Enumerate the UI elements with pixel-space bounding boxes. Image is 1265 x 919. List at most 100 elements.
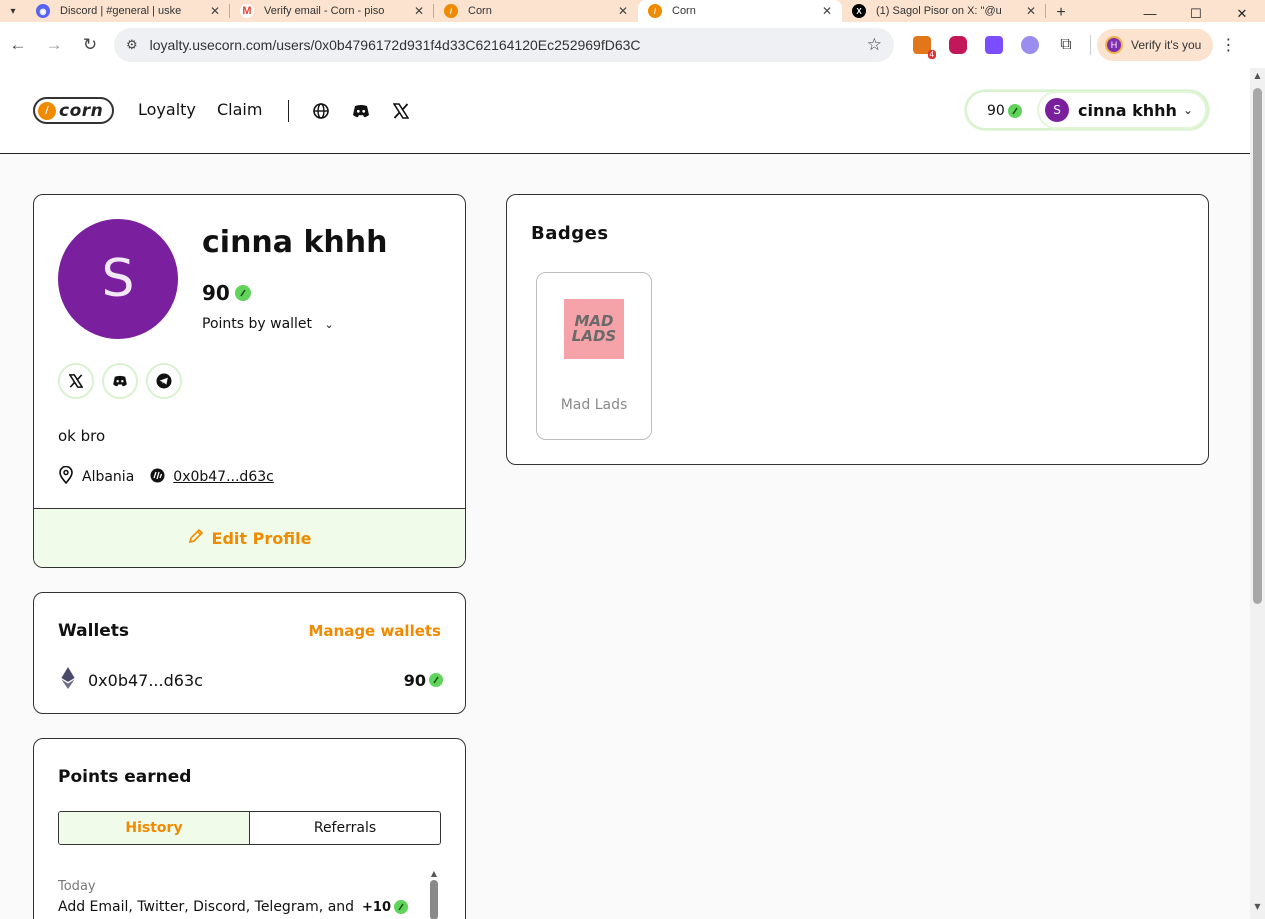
scroll-up-icon[interactable]: ▲ — [1250, 68, 1265, 84]
history-entry: Add Email, Twitter, Discord, Telegram, a… — [58, 899, 408, 915]
new-tab-button[interactable]: + — [1046, 4, 1076, 22]
shield-extension-icon[interactable] — [940, 27, 976, 63]
close-tab-icon[interactable]: ✕ — [1026, 4, 1036, 18]
gmail-favicon-icon: M — [240, 4, 254, 18]
maximize-icon[interactable]: ☐ — [1173, 6, 1219, 22]
extension-badge: 4 — [927, 50, 936, 59]
scroll-down-icon[interactable]: ▼ — [1250, 899, 1265, 915]
wallet-address-icon — [150, 468, 165, 487]
discord-icon[interactable] — [351, 101, 371, 121]
profile-avatar: S — [58, 219, 178, 339]
ethereum-icon — [58, 667, 78, 693]
points-leaf-icon — [1007, 104, 1022, 118]
profile-bio: ok bro — [58, 427, 106, 445]
close-tab-icon[interactable]: ✕ — [210, 4, 220, 18]
corn-logo[interactable]: / corn — [33, 97, 114, 124]
mad-lads-logo: MAD LADS — [564, 299, 624, 359]
metamask-extension-icon[interactable]: 4 — [904, 27, 940, 63]
globe-icon[interactable] — [311, 101, 331, 121]
browser-tab-x[interactable]: X (1) Sagol Pisor on X: "@u ✕ — [842, 0, 1046, 22]
site-settings-icon[interactable]: ⚙ — [126, 37, 138, 53]
points-earned-title: Points earned — [58, 767, 192, 787]
badges-title: Badges — [531, 223, 609, 244]
address-bar[interactable]: ⚙ loyalty.usecorn.com/users/0x0b4796172d… — [114, 28, 894, 62]
badge-item[interactable]: MAD LADS Mad Lads — [536, 272, 652, 440]
reload-icon[interactable]: ↻ — [72, 35, 108, 55]
puzzle-extensions-icon[interactable]: ⧉ — [1048, 27, 1084, 63]
forward-arrow-icon[interactable]: → — [36, 35, 72, 55]
user-menu-pill[interactable]: 90 S cinna khhh ⌄ — [965, 90, 1209, 130]
history-entry-text: Add Email, Twitter, Discord, Telegram, a… — [58, 899, 355, 915]
close-tab-icon[interactable]: ✕ — [414, 4, 424, 18]
profile-name: cinna khhh — [202, 225, 388, 260]
browser-tab-discord[interactable]: ◉ Discord | #general | uske ✕ — [26, 0, 230, 22]
profile-meta: Albania 0x0b47...d63c — [58, 465, 274, 488]
url-text[interactable]: loyalty.usecorn.com/users/0x0b4796172d93… — [150, 37, 867, 53]
verify-profile-button[interactable]: H Verify it's you — [1097, 29, 1214, 61]
close-window-icon[interactable]: ✕ — [1219, 6, 1265, 22]
user-dropdown-trigger[interactable]: S cinna khhh ⌄ — [1039, 93, 1205, 127]
scroll-up-icon[interactable]: ▲ — [429, 869, 439, 878]
page-scrollbar[interactable]: ▲ ▼ — [1250, 68, 1265, 919]
history-entry-delta: +10 — [362, 900, 408, 915]
close-tab-icon[interactable]: ✕ — [618, 4, 628, 18]
x-twitter-social-icon[interactable] — [58, 363, 94, 399]
pencil-icon — [188, 528, 204, 548]
edit-profile-label: Edit Profile — [211, 528, 312, 548]
corn-kernel-icon: / — [38, 101, 56, 120]
close-tab-icon[interactable]: ✕ — [822, 4, 832, 18]
browser-tab-strip: ▾ ◉ Discord | #general | uske ✕ M Verify… — [0, 0, 1265, 22]
profile-points: 90 — [202, 281, 251, 305]
phantom-extension-icon[interactable] — [1012, 27, 1048, 63]
corn-favicon-icon: / — [444, 4, 458, 18]
profile-address-link[interactable]: 0x0b47...d63c — [173, 469, 274, 485]
nav-claim[interactable]: Claim — [217, 100, 262, 119]
x-favicon-icon: X — [852, 4, 866, 18]
points-by-wallet-dropdown[interactable]: Points by wallet ⌄ — [202, 316, 334, 332]
telegram-social-icon[interactable] — [146, 363, 182, 399]
window-controls: — ☐ ✕ — [1127, 6, 1265, 22]
points-leaf-icon — [394, 900, 408, 914]
tab-history[interactable]: History — [59, 812, 250, 844]
badges-card: Badges MAD LADS Mad Lads — [506, 194, 1209, 465]
header-username: cinna khhh — [1078, 100, 1177, 120]
browser-menu-icon[interactable]: ⋮ — [1213, 35, 1243, 55]
bookmark-star-icon[interactable]: ☆ — [867, 35, 882, 55]
tab-title: Corn — [468, 5, 492, 17]
verify-label: Verify it's you — [1131, 38, 1202, 52]
back-arrow-icon[interactable]: ← — [0, 35, 36, 55]
social-links — [58, 363, 190, 399]
browser-tab-corn-active[interactable]: / Corn ✕ — [638, 0, 842, 22]
scrollbar-thumb[interactable] — [1253, 88, 1262, 604]
points-tabs: History Referrals — [58, 811, 441, 845]
discord-social-icon[interactable] — [102, 363, 138, 399]
nav-loyalty[interactable]: Loyalty — [138, 100, 196, 119]
browser-tab-gmail[interactable]: M Verify email - Corn - piso ✕ — [230, 0, 434, 22]
wallet-address: 0x0b47...d63c — [88, 670, 203, 690]
wallets-title: Wallets — [58, 621, 130, 641]
tab-title: Discord | #general | uske — [60, 5, 182, 17]
header-points: 90 — [987, 103, 1022, 119]
location-pin-icon — [58, 465, 74, 488]
points-earned-card: Points earned History Referrals Today Ad… — [33, 738, 466, 919]
tab-referrals[interactable]: Referrals — [250, 812, 440, 844]
profile-location: Albania — [82, 469, 135, 485]
corn-wordmark: corn — [59, 100, 104, 121]
manage-wallets-link[interactable]: Manage wallets — [308, 622, 441, 640]
minimize-icon[interactable]: — — [1127, 6, 1173, 22]
profile-card: S cinna khhh 90 Points by wallet ⌄ ok br… — [33, 194, 466, 568]
page-content: / corn Loyalty Claim 90 S cinna khhh ⌄ S… — [0, 68, 1250, 919]
tab-title: Verify email - Corn - piso — [264, 5, 385, 17]
badge-name: Mad Lads — [560, 397, 628, 413]
wallet-row: 0x0b47...d63c 90 — [58, 667, 443, 693]
wallet-points: 90 — [404, 671, 443, 690]
chevron-down-icon: ⌄ — [324, 318, 334, 331]
purple-extension-icon[interactable] — [976, 27, 1012, 63]
tab-search-chevron-icon[interactable]: ▾ — [0, 0, 26, 22]
history-scrollbar[interactable]: ▲ — [429, 869, 439, 919]
x-twitter-icon[interactable] — [391, 101, 411, 121]
browser-tab-corn[interactable]: / Corn ✕ — [434, 0, 638, 22]
browser-profile-avatar: H — [1105, 36, 1123, 54]
chevron-down-icon: ⌄ — [1182, 103, 1193, 117]
edit-profile-button[interactable]: Edit Profile — [34, 508, 465, 567]
